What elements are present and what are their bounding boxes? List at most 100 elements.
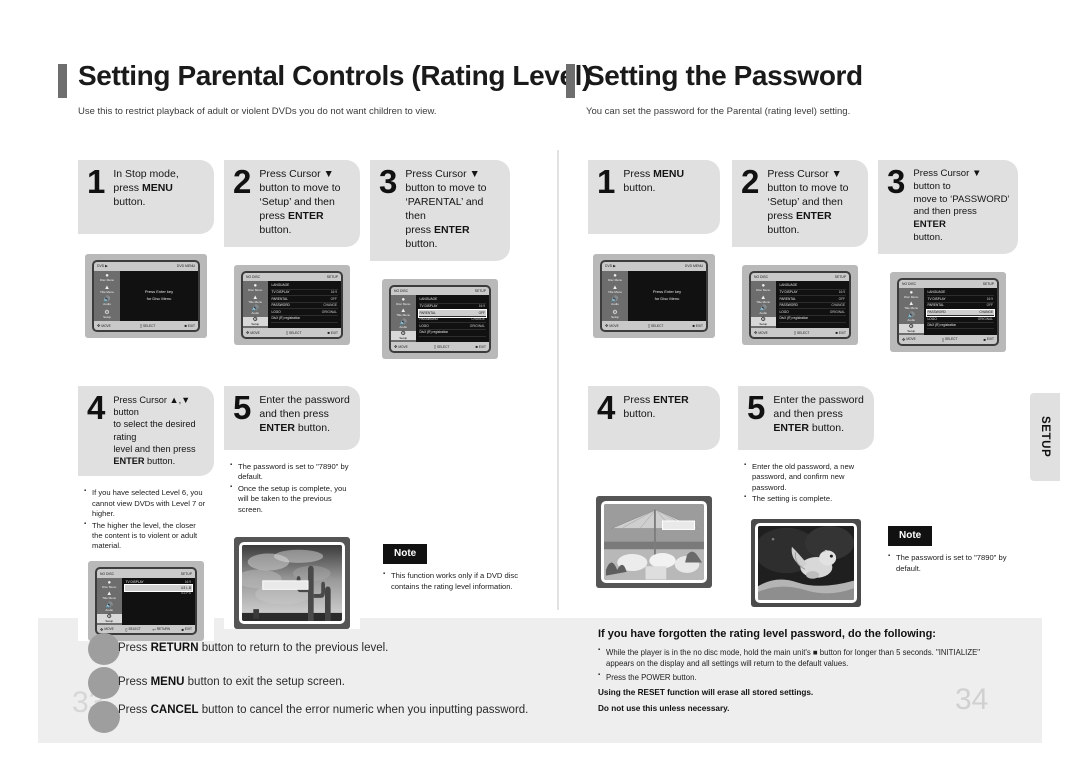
move-icon: ✥: [902, 336, 906, 342]
osd-body: ● Disc Menu ▲ Title Menu 🔊 Audio ⚙ Setup LAN…: [899, 287, 997, 336]
osd-source-label: NO DISC: [100, 571, 115, 576]
step-line-1: Enter the password: [773, 394, 864, 406]
osd-sidebar: ● Disc Menu ▲ Title Menu 🔊 Audio ⚙ Setup: [602, 270, 628, 322]
osd-side-item-disc-menu[interactable]: ● Disc Menu: [751, 283, 776, 292]
osd-row[interactable]: TV DISPLAY 16:9: [926, 296, 994, 303]
osd-row-label: PARENTAL: [927, 303, 944, 308]
desert-cactus-photo: [242, 544, 342, 621]
note-item: Once the setup is complete, you will be …: [230, 483, 354, 515]
osd-body: ● Disc Menu ▲ Title Menu 🔊 Audio ⚙ Setup TV …: [97, 577, 195, 626]
osd-hint-select: ▯ SELECT: [647, 323, 664, 329]
osd-row[interactable]: PARENTAL OFF: [270, 296, 338, 303]
osd-body: ● Disc Menu ▲ Title Menu 🔊 Audio ⚙ Setup Pre…: [94, 270, 198, 322]
osd-row[interactable]: LOGO ORIGINAL: [926, 316, 994, 323]
osd-side-item-audio[interactable]: 🔊 Audio: [391, 320, 416, 329]
osd-side-item-disc-menu[interactable]: ● Disc Menu: [391, 297, 416, 306]
osd-sidebar: ● Disc Menu ▲ Title Menu 🔊 Audio ⚙ Setup: [899, 287, 924, 336]
osd-side-item-audio[interactable]: 🔊 Audio: [751, 306, 776, 315]
osd-row[interactable]: LOGO ORIGINAL: [418, 323, 486, 330]
osd-side-item-disc-menu[interactable]: ● Disc Menu: [94, 273, 120, 282]
osd-row[interactable]: PASSWORD CHANGE: [418, 317, 486, 324]
osd-row[interactable]: TV DISPLAY 16:9: [778, 290, 846, 297]
osd-side-item-disc-menu[interactable]: ● Disc Menu: [243, 283, 268, 292]
osd-setup-list: LANGUAGE TV DISPLAY 16:9 PARENTAL OFF PASS…: [775, 281, 849, 329]
enter-icon: ▯: [125, 626, 128, 632]
osd-row-label: TV DISPLAY: [125, 580, 144, 585]
osd-row[interactable]: TV DISPLAY 16:9: [270, 290, 338, 297]
footer-right-warning-1: Using the RESET function will erase all …: [598, 688, 814, 698]
osd-side-item-title-menu[interactable]: ▲ Title Menu: [391, 308, 416, 317]
osd-side-item-title-menu[interactable]: ▲ Title Menu: [899, 301, 924, 310]
chipmunk-photo: [758, 525, 854, 600]
osd-row[interactable]: TV DISPLAY 16:9: [418, 304, 486, 311]
osd-side-item-setup[interactable]: ⚙ Setup: [243, 317, 268, 327]
tip-key-return: RETURN: [150, 642, 199, 655]
osd-side-item-title-menu[interactable]: ▲ Title Menu: [97, 591, 122, 600]
password-entry-box[interactable]: [662, 520, 696, 530]
osd-row-label: TV DISPLAY: [271, 290, 290, 295]
osd-side-item-title-menu[interactable]: ▲ Title Menu: [751, 295, 776, 304]
move-icon: ✥: [394, 344, 398, 350]
exit-icon: ■: [983, 336, 986, 342]
osd-side-item-audio[interactable]: 🔊 Audio: [243, 306, 268, 315]
beach-umbrella-photo: [604, 504, 704, 580]
osd-row-label: TV DISPLAY: [419, 304, 438, 308]
footer-tip-text: Press RETURN button to return to the pre…: [118, 642, 388, 656]
step-line-4-post: button.: [144, 456, 176, 467]
osd-side-item-audio[interactable]: 🔊 Audio: [602, 297, 628, 306]
osd-side-label: Setup: [907, 328, 916, 333]
osd-side-item-disc-menu[interactable]: ● Disc Menu: [97, 580, 122, 589]
password-entry-box[interactable]: [262, 580, 309, 590]
osd-row[interactable]: LOGO ORIGINAL: [778, 309, 846, 316]
step-key-enter: ENTER: [259, 421, 295, 434]
osd-side-label: Title Menu: [396, 313, 411, 318]
osd-row-selected[interactable]: PASSWORD CHANGE: [925, 308, 995, 318]
osd-side-item-audio[interactable]: 🔊 Audio: [94, 297, 120, 306]
osd-row-value: OFF: [478, 310, 485, 315]
osd-side-item-disc-menu[interactable]: ● Disc Menu: [602, 273, 628, 282]
footer-right-item: While the player is in the no disc mode,…: [598, 646, 998, 669]
step-number: 3: [379, 163, 398, 200]
osd-row[interactable]: DivX (R) registration: [270, 316, 338, 323]
step-card-l3: 3 Press Cursor ▼ button to move to ‘PARE…: [370, 160, 510, 359]
osd-row[interactable]: DivX (R) registration: [418, 330, 486, 337]
osd-side-label: Audio: [105, 607, 114, 612]
osd-side-item-setup[interactable]: ⚙ Setup: [97, 613, 122, 623]
osd-row-label: LOGO: [419, 323, 429, 328]
osd-side-item-setup[interactable]: ⚙ Setup: [391, 331, 416, 341]
osd-side-item-setup[interactable]: ⚙ Setup: [602, 310, 628, 319]
osd-titlebar: DVD ▶ DVD MENU: [94, 262, 198, 271]
osd-row[interactable]: LANGUAGE: [270, 283, 338, 290]
osd-row[interactable]: LANGUAGE: [778, 283, 846, 290]
step-header-r2: 2 Press Cursor ▼ button to move to ‘Setu…: [732, 160, 868, 247]
note-body: The password is set to "7890" by default…: [888, 552, 1023, 574]
osd-row[interactable]: 4:3 P.S: [125, 591, 193, 597]
osd-row[interactable]: PARENTAL OFF: [778, 296, 846, 303]
osd-side-item-title-menu[interactable]: ▲ Title Menu: [602, 285, 628, 294]
osd-side-item-setup[interactable]: ⚙ Setup: [94, 310, 120, 319]
osd-row[interactable]: LANGUAGE: [926, 290, 994, 297]
osd-row[interactable]: LANGUAGE: [418, 297, 486, 304]
osd-side-item-title-menu[interactable]: ▲ Title Menu: [94, 285, 120, 294]
osd-side-item-setup[interactable]: ⚙ Setup: [899, 323, 924, 334]
step-line-1: Enter the password: [259, 394, 350, 406]
osd-row[interactable]: DivX (R) registration: [926, 323, 994, 330]
setup-side-tab[interactable]: SETUP: [1030, 393, 1060, 481]
osd-side-item-setup[interactable]: ⚙ Setup: [751, 317, 776, 327]
osd-side-item-audio[interactable]: 🔊 Audio: [97, 603, 122, 612]
tv-mock-r3: NO DISC SETUP ● Disc Menu ▲ Title Menu 🔊 Au…: [890, 271, 1006, 352]
osd-side-item-title-menu[interactable]: ▲ Title Menu: [243, 295, 268, 304]
osd-side-item-disc-menu[interactable]: ● Disc Menu: [899, 290, 924, 299]
enter-icon: ▯: [285, 330, 289, 336]
step-body-r5: Enter the old password, a new password, …: [738, 450, 874, 607]
osd-body: ● Disc Menu ▲ Title Menu 🔊 Audio ⚙ Setup Pre…: [602, 270, 706, 322]
osd-row[interactable]: PARENTAL OFF: [926, 303, 994, 310]
step-header-l2: 2 Press Cursor ▼ button to move to ‘Setu…: [224, 160, 360, 247]
osd-row[interactable]: DivX (R) registration: [778, 316, 846, 323]
osd-side-item-audio[interactable]: 🔊 Audio: [899, 313, 924, 322]
osd-row[interactable]: LOGO ORIGINAL: [270, 309, 338, 316]
osd-row[interactable]: PASSWORD CHANGE: [778, 303, 846, 310]
note-item: If you have selected Level 6, you cannot…: [84, 487, 208, 519]
osd-row-selected[interactable]: PARENTAL OFF: [417, 309, 487, 318]
osd-row[interactable]: PASSWORD CHANGE: [270, 303, 338, 310]
